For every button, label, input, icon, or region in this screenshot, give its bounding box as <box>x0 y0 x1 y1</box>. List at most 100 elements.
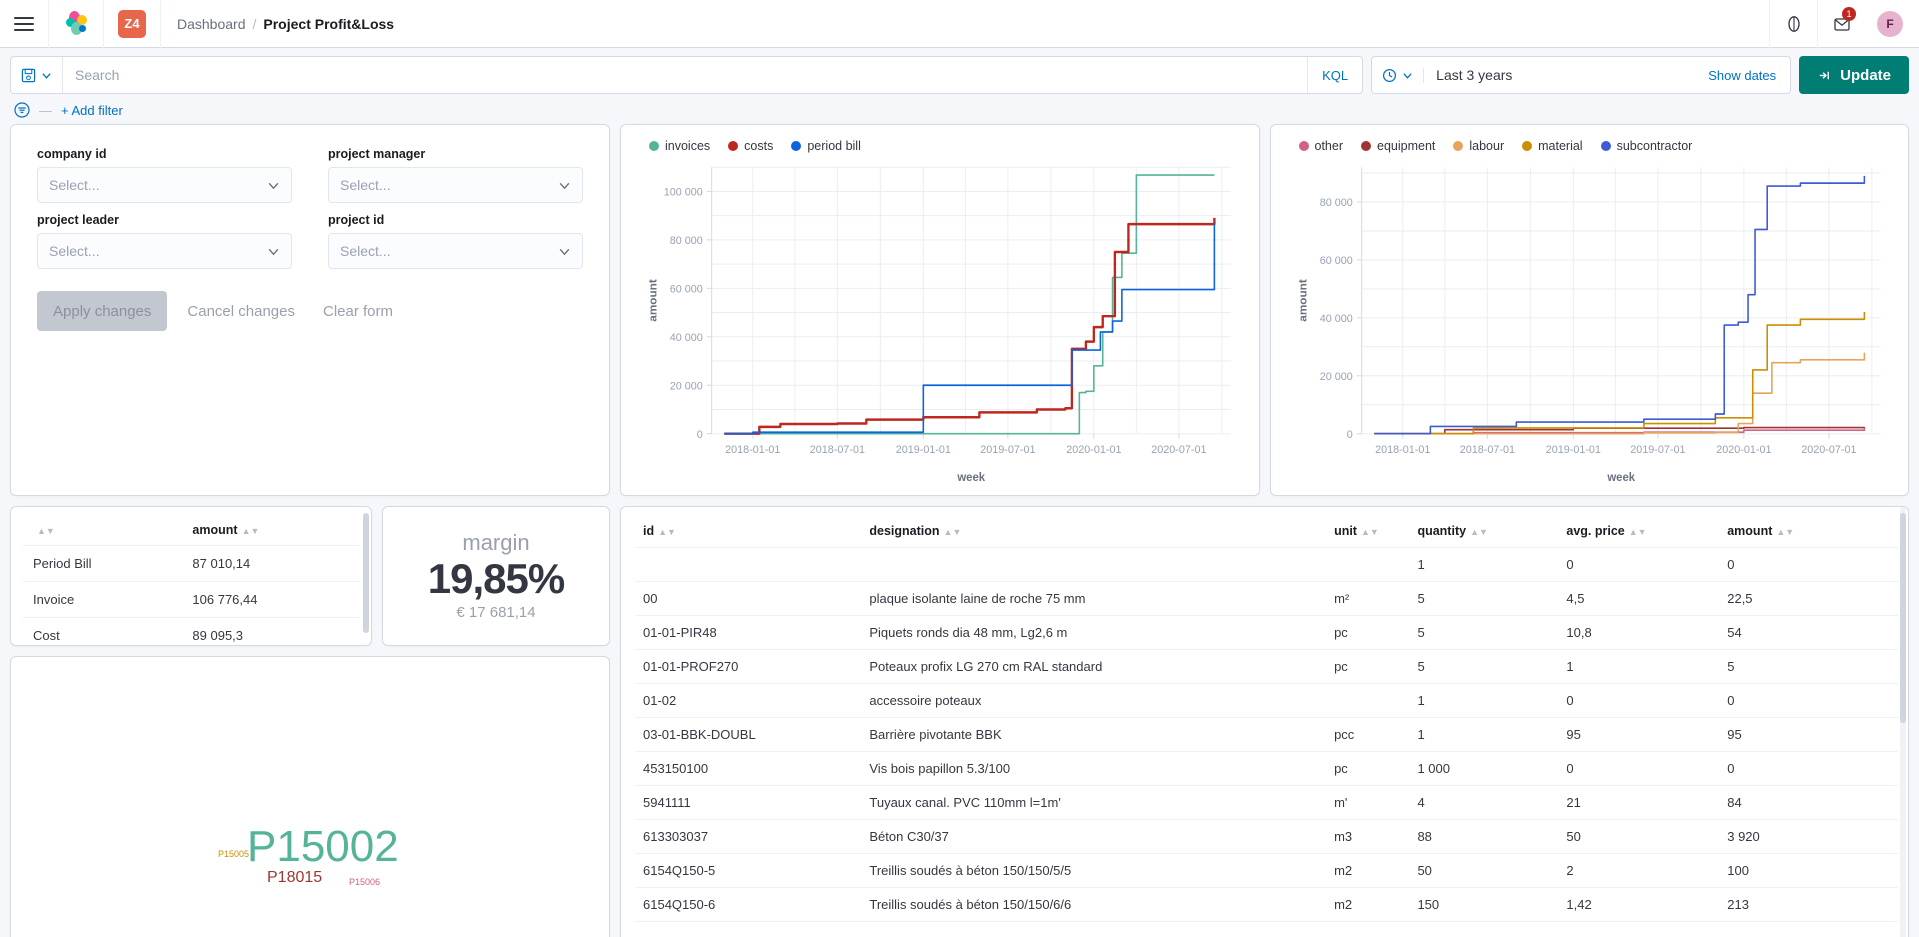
kibana-home-cell[interactable] <box>49 0 104 48</box>
table-row[interactable]: Invoice 106 776,44 <box>23 581 359 618</box>
items-table-body: 1 0 0 00 plaque isolante laine de roche 75 m… <box>635 547 1898 922</box>
legend-color-dot <box>1453 141 1464 151</box>
cell-amount: 95 <box>1719 717 1898 752</box>
search-input[interactable] <box>63 57 1308 93</box>
sort-icon[interactable]: ▲▼ <box>1629 528 1647 537</box>
cell-designation: Vis bois papillon 5.3/100 <box>861 751 1327 786</box>
cell-amount: 0 <box>1719 547 1898 582</box>
kql-toggle[interactable]: KQL <box>1307 57 1362 93</box>
quick-select-button[interactable] <box>1372 67 1425 83</box>
hamburger-menu-icon[interactable] <box>14 16 34 31</box>
legend-item-equipment[interactable]: equipment <box>1361 139 1435 153</box>
legend-item-subcontractor[interactable]: subcontractor <box>1600 139 1692 153</box>
column-header-id[interactable]: id ▲▼ <box>635 515 862 548</box>
control-project-manager: project manager Select... <box>328 147 583 203</box>
menu-button-cell[interactable] <box>0 0 49 48</box>
table-row[interactable]: 6154Q150-6 Treillis soudés à béton 150/15… <box>635 887 1898 922</box>
col-amount[interactable]: amount ▲▼ <box>182 515 359 546</box>
sort-icon[interactable]: ▲▼ <box>1361 528 1379 537</box>
column-header-amount[interactable]: amount ▲▼ <box>1719 515 1898 548</box>
legend-item-labour[interactable]: labour <box>1453 139 1504 153</box>
search-bar: KQL <box>10 56 1364 94</box>
table-row[interactable]: 03-01-BBK-DOUBL Barrière pivotante BBK pcc… <box>635 717 1898 752</box>
column-header-quantity[interactable]: quantity ▲▼ <box>1409 515 1559 548</box>
table-row[interactable]: 00 plaque isolante laine de roche 75 mm m²… <box>635 581 1898 616</box>
table-row[interactable]: Cost 89 095,3 <box>23 617 359 645</box>
cost-breakdown-plot[interactable]: 0 20 000 40 000 60 000 80 000 2018-01-01 2018-… <box>1285 159 1895 487</box>
clear-form-button[interactable]: Clear form <box>315 303 401 320</box>
tagcloud-tag[interactable]: P15006 <box>349 877 380 887</box>
legend-item-other[interactable]: other <box>1298 139 1343 153</box>
cell-quantity: 1 <box>1409 683 1559 718</box>
sort-icon[interactable]: ▲▼ <box>242 527 260 536</box>
select-value: Select... <box>340 243 391 259</box>
space-badge[interactable]: Z4 <box>118 9 146 38</box>
cell-avg-price: 21 <box>1558 785 1720 820</box>
cell-quantity: 1 <box>1409 547 1559 582</box>
cell-avg-price: 10,8 <box>1558 615 1720 650</box>
col-label[interactable]: ▲▼ <box>23 515 183 546</box>
vertical-scrollbar[interactable] <box>1900 513 1906 723</box>
sort-icon[interactable]: ▲▼ <box>1470 528 1488 537</box>
help-button[interactable] <box>1769 0 1817 48</box>
legend-item-material[interactable]: material <box>1522 139 1583 153</box>
news-button[interactable]: 1 <box>1817 0 1865 48</box>
avatar[interactable]: F <box>1877 11 1903 37</box>
sort-icon[interactable]: ▲▼ <box>658 528 676 537</box>
column-header-avgprice[interactable]: avg. price ▲▼ <box>1558 515 1720 548</box>
table-row[interactable]: 01-01-PROF270 Poteaux profix LG 270 cm RA… <box>635 649 1898 684</box>
legend-label: labour <box>1469 139 1505 153</box>
project-manager-select[interactable]: Select... <box>328 167 583 203</box>
table-row[interactable]: Period Bill 87 010,14 <box>23 545 359 582</box>
breadcrumb-dashboard[interactable]: Dashboard <box>177 16 246 32</box>
tagcloud-tag[interactable]: P18015 <box>267 869 322 887</box>
chart-legend: invoices costs period bill <box>635 137 1245 159</box>
query-bar: KQL Last 3 years Show dates Update <box>0 48 1919 94</box>
cell-designation: Béton C30/37 <box>861 819 1327 854</box>
legend-item-invoices[interactable]: invoices <box>649 139 710 153</box>
project-leader-select[interactable]: Select... <box>37 233 292 269</box>
sort-icon[interactable]: ▲▼ <box>37 527 55 536</box>
profit-loss-plot[interactable]: 0 20 000 40 000 60 000 80 000 100 000 2018-01-… <box>635 159 1245 487</box>
column-header-unit[interactable]: unit ▲▼ <box>1326 515 1410 548</box>
cell-unit: pc <box>1326 751 1410 786</box>
table-row[interactable]: 01-01-PIR48 Piquets ronds dia 48 mm, Lg2,… <box>635 615 1898 650</box>
kibana-logo-icon[interactable] <box>63 10 89 37</box>
sort-icon[interactable]: ▲▼ <box>1776 528 1794 537</box>
svg-text:40 000: 40 000 <box>670 332 703 344</box>
date-range-value[interactable]: Last 3 years <box>1424 67 1694 83</box>
table-row[interactable]: 613303037 Béton C30/37 m3 88 50 3 920 <box>635 819 1898 854</box>
tagcloud-tag[interactable]: P15005 <box>218 849 249 859</box>
cell-avg-price: 4,5 <box>1558 581 1720 616</box>
table-row[interactable]: 100 <box>635 547 1898 582</box>
svg-text:week: week <box>956 472 985 484</box>
row-amount: 87 010,14 <box>182 545 359 582</box>
cell-designation: Treillis soudés à béton 150/150/5/5 <box>861 853 1327 888</box>
space-selector-cell[interactable]: Z4 <box>104 0 161 48</box>
apply-changes-button[interactable]: Apply changes <box>37 291 168 331</box>
tagcloud-tag[interactable]: P15002 <box>247 822 399 872</box>
cancel-changes-button[interactable]: Cancel changes <box>179 303 303 320</box>
table-row[interactable]: 453150100 Vis bois papillon 5.3/100 pc 1 00… <box>635 751 1898 786</box>
add-filter-button[interactable]: + Add filter <box>61 103 123 118</box>
cell-id: 453150100 <box>635 751 862 786</box>
cell-quantity: 150 <box>1409 887 1559 922</box>
column-header-designation[interactable]: designation ▲▼ <box>861 515 1327 548</box>
table-row[interactable]: 6154Q150-5 Treillis soudés à béton 150/15… <box>635 853 1898 888</box>
table-header-row: ▲▼ amount ▲▼ <box>23 515 359 546</box>
show-dates-button[interactable]: Show dates <box>1694 68 1790 83</box>
items-table-scroll[interactable]: id ▲▼ designation ▲▼ unit ▲▼ quantity ▲▼ avg. pr… <box>635 515 1898 922</box>
project-id-select[interactable]: Select... <box>328 233 583 269</box>
vertical-scrollbar[interactable] <box>363 513 369 633</box>
column-header-label: amount <box>1727 524 1773 538</box>
update-button[interactable]: Update <box>1799 56 1909 94</box>
legend-item-costs[interactable]: costs <box>728 139 773 153</box>
saved-query-button[interactable] <box>11 57 63 93</box>
filter-funnel-icon[interactable] <box>14 102 30 118</box>
table-row[interactable]: 5941111 Tuyaux canal. PVC 110mm l=1m' m' 4 2… <box>635 785 1898 820</box>
sort-icon[interactable]: ▲▼ <box>944 528 962 537</box>
legend-item-period-bill[interactable]: period bill <box>791 139 861 153</box>
company-id-select[interactable]: Select... <box>37 167 292 203</box>
table-row[interactable]: 01-02 accessoire poteaux 1 0 0 <box>635 683 1898 718</box>
cell-designation: Piquets ronds dia 48 mm, Lg2,6 m <box>861 615 1327 650</box>
